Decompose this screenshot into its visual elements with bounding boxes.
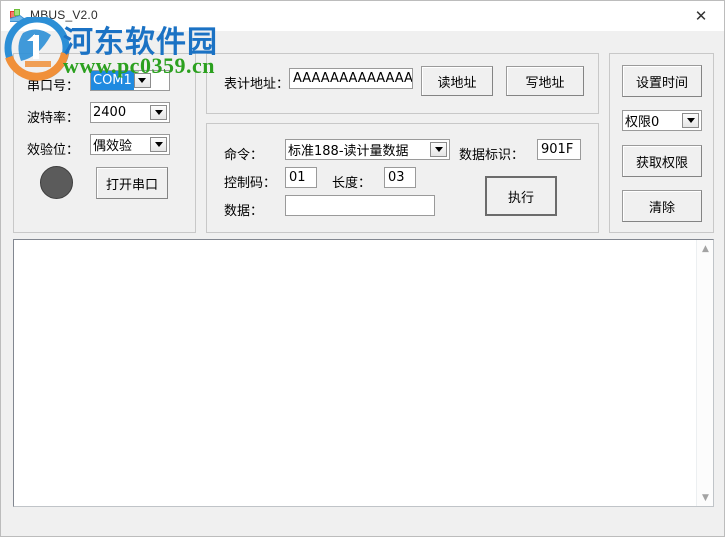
- meter-address-panel: 表计地址： AAAAAAAAAAAAAA 读地址 写地址: [206, 53, 599, 114]
- execute-button[interactable]: 执行: [485, 176, 557, 216]
- open-port-button[interactable]: 打开串口: [96, 167, 168, 199]
- app-icon: [9, 7, 25, 23]
- chevron-down-icon[interactable]: [150, 105, 167, 120]
- clear-button[interactable]: 清除: [622, 190, 702, 222]
- chevron-down-icon[interactable]: [150, 137, 167, 152]
- permission-combo[interactable]: 权限0: [622, 110, 702, 131]
- data-id-input[interactable]: 901F: [537, 139, 581, 160]
- connection-status-indicator: [40, 166, 73, 199]
- actions-panel: 设置时间 权限0 获取权限 清除: [609, 53, 714, 233]
- parity-label: 效验位：: [27, 143, 80, 158]
- log-output-area[interactable]: ▲ ▼: [13, 239, 714, 507]
- length-label: 长度：: [332, 176, 372, 191]
- command-combo-value: 标准188-读计量数据: [288, 144, 409, 159]
- chevron-down-icon[interactable]: [133, 73, 151, 88]
- baud-combo[interactable]: 2400: [90, 102, 170, 123]
- serial-settings-panel: 串口号： COM1 波特率： 2400 效验位： 偶效验 打开串口: [13, 53, 196, 233]
- scroll-down-icon[interactable]: ▼: [697, 489, 714, 506]
- read-address-button[interactable]: 读地址: [421, 66, 493, 96]
- write-address-button[interactable]: 写地址: [506, 66, 584, 96]
- window-title: MBUS_V2.0: [30, 8, 98, 22]
- port-label: 串口号：: [27, 79, 80, 94]
- title-bar: MBUS_V2.0 ✕: [1, 1, 724, 31]
- meter-address-input[interactable]: AAAAAAAAAAAAAA: [289, 68, 413, 89]
- log-scrollbar[interactable]: ▲ ▼: [696, 240, 713, 506]
- scroll-up-icon[interactable]: ▲: [697, 240, 714, 257]
- meter-address-label: 表计地址：: [224, 77, 290, 92]
- baud-label: 波特率：: [27, 111, 80, 126]
- control-code-label: 控制码：: [224, 176, 277, 191]
- data-label: 数据：: [224, 204, 264, 219]
- control-code-input[interactable]: 01: [285, 167, 317, 188]
- data-id-label: 数据标识：: [459, 148, 525, 163]
- baud-combo-value: 2400: [93, 105, 127, 120]
- parity-combo-value: 偶效验: [93, 139, 133, 154]
- data-input[interactable]: [285, 195, 435, 216]
- chevron-down-icon[interactable]: [430, 142, 447, 157]
- command-combo[interactable]: 标准188-读计量数据: [285, 139, 450, 160]
- close-icon[interactable]: ✕: [678, 1, 724, 31]
- port-combo[interactable]: COM1: [90, 70, 170, 91]
- application-window: MBUS_V2.0 ✕ 河东软件园 www.pc0359.cn 串口号： COM…: [0, 0, 725, 537]
- command-panel: 命令： 标准188-读计量数据 数据标识： 901F 控制码： 01 长度： 0…: [206, 123, 599, 233]
- port-combo-value: COM1: [91, 71, 134, 90]
- command-label: 命令：: [224, 148, 264, 163]
- get-permission-button[interactable]: 获取权限: [622, 145, 702, 177]
- chevron-down-icon[interactable]: [682, 113, 699, 128]
- length-input[interactable]: 03: [384, 167, 416, 188]
- parity-combo[interactable]: 偶效验: [90, 134, 170, 155]
- set-time-button[interactable]: 设置时间: [622, 65, 702, 97]
- permission-combo-value: 权限0: [625, 115, 660, 130]
